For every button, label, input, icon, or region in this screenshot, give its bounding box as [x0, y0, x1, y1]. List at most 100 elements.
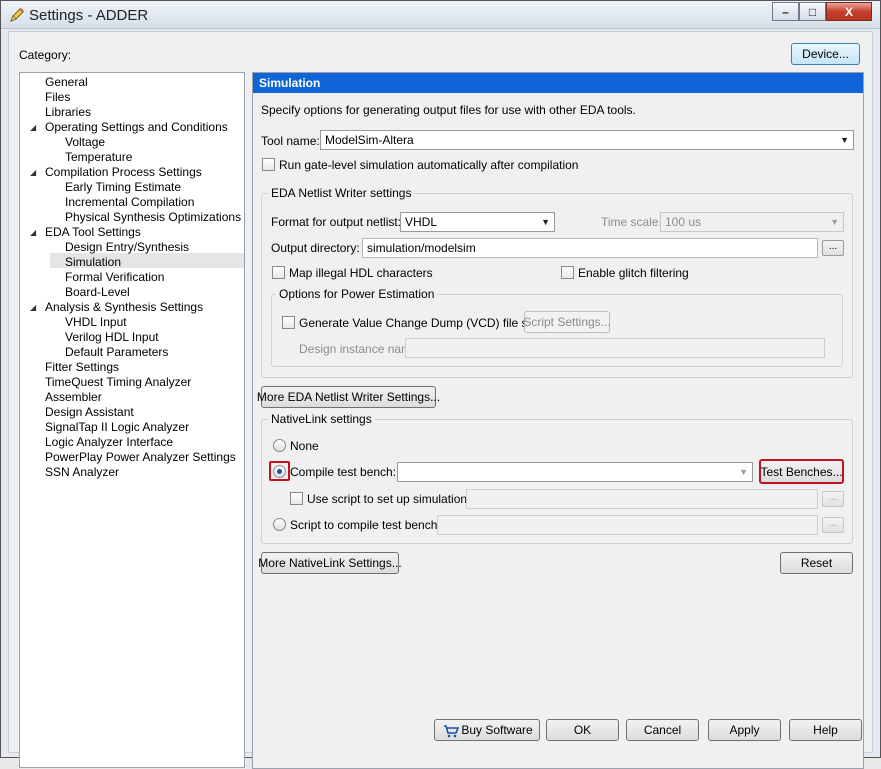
tree-item[interactable]: Logic Analyzer Interface: [45, 435, 173, 450]
chevron-down-icon: ▼: [830, 217, 839, 227]
buy-software-label: Buy Software: [461, 723, 533, 737]
script-compile-radio[interactable]: [273, 518, 286, 531]
design-instance-input[interactable]: [405, 338, 825, 358]
nativelink-group-title: NativeLink settings: [268, 412, 375, 426]
script-compile-input[interactable]: [437, 515, 818, 535]
run-gate-level-label: Run gate-level simulation automatically …: [279, 158, 579, 172]
settings-window: Settings - ADDER – □ X Category: Device.…: [0, 0, 881, 769]
chevron-down-icon: ▼: [541, 217, 550, 227]
expand-arrow-icon[interactable]: ◢: [30, 303, 36, 312]
output-dir-value: simulation/modelsim: [367, 241, 476, 255]
compile-test-bench-dropdown[interactable]: ▼: [397, 462, 753, 482]
output-dir-label: Output directory:: [271, 241, 360, 255]
apply-button[interactable]: Apply: [708, 719, 781, 741]
tree-item[interactable]: VHDL Input: [65, 315, 127, 330]
use-script-browse-button[interactable]: ...: [822, 491, 844, 507]
tree-item[interactable]: Board-Level: [65, 285, 130, 300]
tree-item[interactable]: General: [45, 75, 88, 90]
tree-item[interactable]: EDA Tool Settings: [45, 225, 141, 240]
eda-netlist-group: EDA Netlist Writer settings Format for o…: [261, 186, 853, 378]
time-scale-dropdown[interactable]: 100 us ▼: [660, 212, 844, 232]
tree-item[interactable]: Design Assistant: [45, 405, 134, 420]
more-eda-settings-button[interactable]: More EDA Netlist Writer Settings...: [257, 386, 440, 408]
output-dir-input[interactable]: simulation/modelsim: [362, 238, 818, 258]
none-label: None: [290, 439, 319, 453]
tree-item[interactable]: Assembler: [45, 390, 102, 405]
buy-software-button[interactable]: Buy Software: [434, 719, 540, 741]
enable-glitch-checkbox[interactable]: [561, 266, 574, 279]
tree-item[interactable]: Incremental Compilation: [65, 195, 194, 210]
run-gate-level-checkbox[interactable]: [262, 158, 275, 171]
test-benches-button[interactable]: Test Benches...: [759, 459, 844, 484]
tree-item[interactable]: SSN Analyzer: [45, 465, 119, 480]
category-label: Category:: [19, 48, 72, 62]
time-scale-label: Time scale:: [601, 215, 662, 229]
tool-name-label: Tool name:: [261, 134, 320, 148]
use-script-input[interactable]: [466, 489, 818, 509]
category-tree[interactable]: General Files Libraries ◢ Operating Settings…: [19, 72, 245, 768]
output-dir-browse-button[interactable]: ...: [822, 240, 844, 256]
expand-arrow-icon[interactable]: ◢: [30, 123, 36, 132]
tree-item[interactable]: Physical Synthesis Optimizations: [65, 210, 241, 225]
tree-item[interactable]: Operating Settings and Conditions: [45, 120, 228, 135]
reset-button[interactable]: Reset: [780, 552, 853, 574]
tree-item[interactable]: Verilog HDL Input: [65, 330, 159, 345]
tree-item[interactable]: Simulation: [65, 255, 121, 270]
tree-item[interactable]: Temperature: [65, 150, 132, 165]
title-bar: Settings - ADDER – □ X: [1, 1, 880, 29]
use-script-checkbox[interactable]: [290, 492, 303, 505]
maximize-button[interactable]: □: [799, 2, 826, 21]
script-settings-button[interactable]: Script Settings...: [523, 311, 611, 333]
power-group-title: Options for Power Estimation: [276, 287, 438, 301]
eda-group-title: EDA Netlist Writer settings: [268, 186, 415, 200]
panel-description: Specify options for generating output fi…: [261, 103, 636, 117]
window-title: Settings - ADDER: [29, 7, 149, 24]
tree-item[interactable]: Formal Verification: [65, 270, 164, 285]
chevron-down-icon: ▼: [739, 467, 748, 477]
power-estimation-group: Options for Power Estimation Generate Va…: [271, 287, 843, 367]
tool-name-value: ModelSim-Altera: [325, 133, 414, 147]
ok-button[interactable]: OK: [546, 719, 619, 741]
tree-item[interactable]: Early Timing Estimate: [65, 180, 181, 195]
dialog-client: Category: Device... General Files Librarie…: [8, 31, 873, 769]
time-scale-value: 100 us: [665, 215, 702, 229]
compile-test-bench-radio[interactable]: [273, 465, 286, 478]
vcd-label: Generate Value Change Dump (VCD) file sc…: [299, 316, 551, 330]
tree-item[interactable]: SignalTap II Logic Analyzer: [45, 420, 189, 435]
vcd-checkbox[interactable]: [282, 316, 295, 329]
device-button[interactable]: Device...: [791, 43, 860, 65]
tree-item[interactable]: TimeQuest Timing Analyzer: [45, 375, 191, 390]
panel-title: Simulation: [253, 73, 863, 93]
tree-item[interactable]: Analysis & Synthesis Settings: [45, 300, 203, 315]
expand-arrow-icon[interactable]: ◢: [30, 228, 36, 237]
tree-item[interactable]: Files: [45, 90, 70, 105]
tree-item[interactable]: Default Parameters: [65, 345, 168, 360]
enable-glitch-label: Enable glitch filtering: [578, 266, 689, 280]
close-button[interactable]: X: [826, 2, 872, 21]
tree-item[interactable]: Voltage: [65, 135, 105, 150]
tree-item[interactable]: Fitter Settings: [45, 360, 119, 375]
expand-arrow-icon[interactable]: ◢: [30, 168, 36, 177]
simulation-panel: Simulation Specify options for generatin…: [252, 72, 864, 769]
map-illegal-label: Map illegal HDL characters: [289, 266, 433, 280]
compile-test-bench-label: Compile test bench:: [290, 465, 397, 479]
tree-item[interactable]: Design Entry/Synthesis: [65, 240, 189, 255]
chevron-down-icon: ▼: [840, 135, 849, 145]
none-radio[interactable]: [273, 439, 286, 452]
minimize-button[interactable]: –: [772, 2, 799, 21]
format-dropdown[interactable]: VHDL ▼: [400, 212, 555, 232]
cancel-button[interactable]: Cancel: [626, 719, 699, 741]
close-icon: X: [844, 4, 853, 19]
design-instance-label: Design instance name:: [299, 342, 422, 356]
script-compile-browse-button[interactable]: ...: [822, 517, 844, 533]
shopping-cart-icon: [444, 725, 459, 738]
more-nativelink-settings-button[interactable]: More NativeLink Settings...: [258, 552, 402, 574]
help-button[interactable]: Help: [789, 719, 862, 741]
map-illegal-checkbox[interactable]: [272, 266, 285, 279]
tool-name-dropdown[interactable]: ModelSim-Altera ▼: [320, 130, 854, 150]
tree-item[interactable]: Compilation Process Settings: [45, 165, 202, 180]
tree-item[interactable]: PowerPlay Power Analyzer Settings: [45, 450, 236, 465]
format-value: VHDL: [405, 215, 438, 229]
tree-item[interactable]: Libraries: [45, 105, 91, 120]
nativelink-group: NativeLink settings None Compile test be…: [261, 412, 853, 544]
